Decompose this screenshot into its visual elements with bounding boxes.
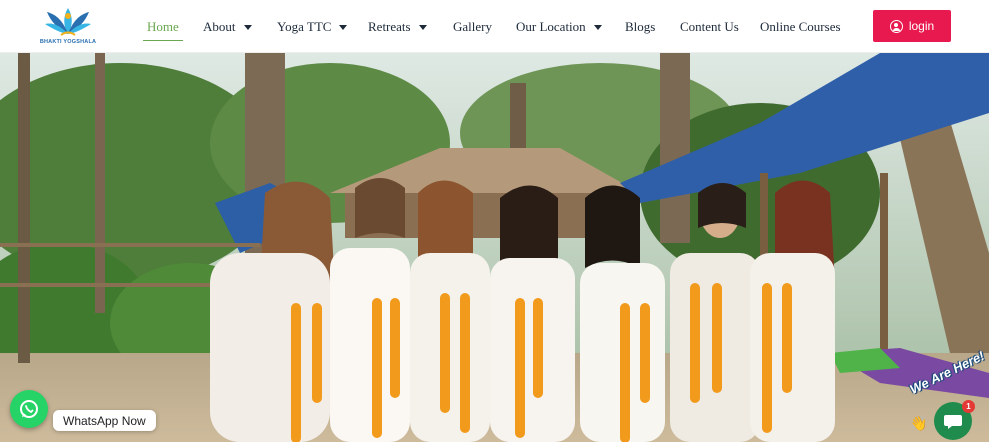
hero-banner-image [0, 53, 989, 442]
login-label: login [908, 19, 935, 33]
caret-down-icon [418, 24, 427, 30]
nav-item-home[interactable]: Home [143, 17, 183, 41]
nav-label: Our Location [516, 19, 586, 34]
nav-item-online-courses[interactable]: Online Courses [760, 17, 841, 37]
nav-label: Retreats [368, 19, 411, 34]
login-button[interactable]: login [873, 10, 951, 42]
main-menu: Home About Yoga TTC Retreats Gallery Our… [0, 0, 989, 53]
chat-widget: We Are Here! 👋 1 [907, 348, 989, 442]
nav-label: Yoga TTC [277, 19, 332, 34]
nav-item-gallery[interactable]: Gallery [453, 17, 492, 37]
whatsapp-label: WhatsApp Now [63, 413, 146, 428]
caret-down-icon [593, 24, 602, 30]
caret-down-icon [243, 24, 252, 30]
nav-label: Content Us [680, 19, 739, 34]
nav-label: Blogs [625, 19, 656, 34]
nav-label: Gallery [453, 19, 492, 34]
nav-item-content-us[interactable]: Content Us [680, 17, 739, 37]
waving-hand-icon: 👋 [910, 417, 928, 432]
whatsapp-icon [20, 400, 38, 418]
caret-down-icon [339, 24, 348, 30]
nav-item-blogs[interactable]: Blogs [625, 17, 655, 37]
nav-item-retreats[interactable]: Retreats [368, 17, 427, 37]
whatsapp-now-link[interactable]: WhatsApp Now [53, 410, 156, 431]
notification-badge: 1 [962, 400, 975, 413]
nav-label: Home [147, 19, 179, 34]
group-photo-image [0, 53, 989, 442]
user-icon [889, 19, 903, 33]
whatsapp-button[interactable] [10, 390, 48, 428]
top-navbar: BHAKTI YOGSHALA Home About Yoga TTC Retr… [0, 0, 989, 53]
nav-label: About [203, 19, 236, 34]
nav-item-about[interactable]: About [203, 17, 252, 37]
nav-item-our-location[interactable]: Our Location [516, 17, 602, 37]
nav-item-yoga-ttc[interactable]: Yoga TTC [277, 17, 348, 37]
nav-label: Online Courses [760, 19, 841, 34]
chat-bubble-icon [944, 415, 962, 429]
